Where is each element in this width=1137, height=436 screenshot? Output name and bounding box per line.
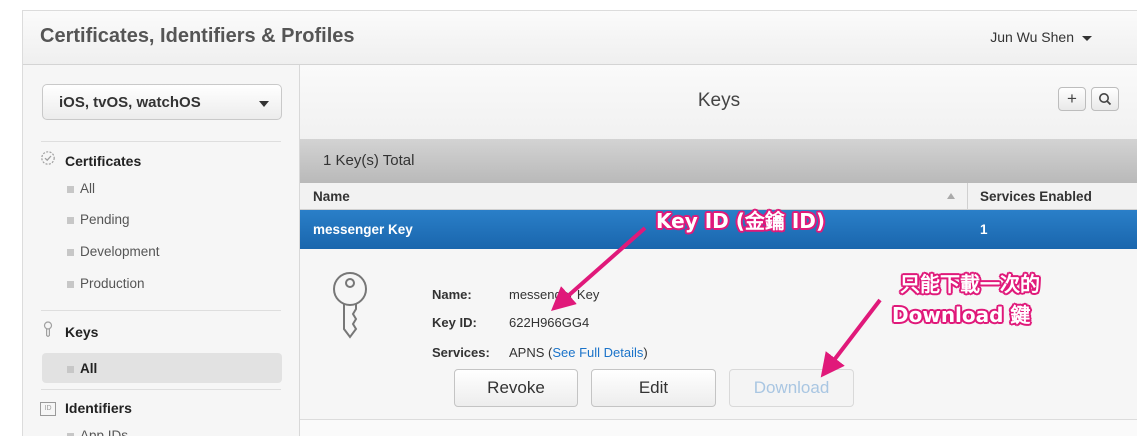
bullet-icon: [67, 216, 74, 224]
bullet-icon: [67, 280, 74, 288]
sidebar-item-pending[interactable]: Pending: [67, 212, 130, 227]
sidebar-section-identifiers[interactable]: ID Identifiers: [40, 400, 132, 417]
see-full-details-link[interactable]: See Full Details: [552, 345, 643, 360]
user-name: Jun Wu Shen: [990, 29, 1074, 45]
sidebar-item-label: All: [80, 181, 96, 196]
name-label: Name:: [432, 287, 472, 302]
search-icon: [1099, 93, 1112, 106]
sidebar-item-development[interactable]: Development: [67, 244, 160, 259]
sidebar-section-label: Certificates: [65, 153, 142, 169]
column-header-services[interactable]: Services Enabled: [980, 189, 1092, 204]
platform-select[interactable]: iOS, tvOS, watchOS: [42, 84, 282, 120]
column-header-name[interactable]: Name: [313, 189, 350, 204]
sidebar-item-production[interactable]: Production: [67, 276, 145, 291]
sidebar-item-label: Development: [80, 244, 160, 259]
id-badge-icon: ID: [40, 400, 56, 417]
services-label: Services:: [432, 345, 490, 360]
sidebar-item-label: All: [80, 361, 98, 376]
main-header: Keys +: [300, 65, 1137, 140]
sidebar-section-label: Identifiers: [65, 400, 132, 416]
app-title: Certificates, Identifiers & Profiles: [40, 25, 355, 47]
total-bar: 1 Key(s) Total: [300, 139, 1137, 183]
divider: [41, 310, 281, 311]
page-title: Keys: [697, 90, 741, 111]
sidebar: iOS, tvOS, watchOS Certificates All Pend…: [23, 65, 300, 436]
key-id-value: 622H966GG4: [509, 315, 590, 330]
row-name: messenger Key: [313, 222, 413, 237]
annotation-key-id: Key ID (金鑰 ID): [656, 209, 826, 233]
main-panel: Keys + 1 Key(s) Total Name Services Enab…: [300, 65, 1137, 436]
sidebar-section-label: Keys: [65, 324, 99, 340]
key-id-label: Key ID:: [432, 315, 477, 330]
table-footer: [300, 420, 1137, 436]
row-services: 1: [980, 222, 988, 237]
annotation-download-line1: 只能下載一次的: [900, 272, 1040, 296]
sidebar-item-certificates-all[interactable]: All: [67, 181, 95, 196]
plus-icon: +: [1067, 89, 1077, 108]
app-window: Certificates, Identifiers & Profiles Jun…: [22, 10, 1137, 436]
add-button[interactable]: +: [1058, 87, 1086, 111]
download-button[interactable]: Download: [729, 369, 854, 407]
bullet-icon: [67, 365, 74, 373]
certificate-badge-icon: [40, 150, 56, 169]
user-menu[interactable]: Jun Wu Shen: [990, 29, 1092, 45]
sidebar-item-label: Production: [80, 276, 145, 291]
divider: [41, 141, 281, 142]
edit-button[interactable]: Edit: [591, 369, 716, 407]
top-bar: Certificates, Identifiers & Profiles Jun…: [23, 11, 1137, 65]
chevron-down-icon: [1082, 35, 1092, 41]
sort-ascending-icon[interactable]: [947, 193, 955, 199]
services-value: APNS (See Full Details): [509, 345, 648, 360]
divider: [41, 389, 281, 390]
revoke-button[interactable]: Revoke: [454, 369, 578, 407]
sidebar-section-certificates[interactable]: Certificates: [40, 150, 141, 169]
sidebar-item-keys-all[interactable]: All: [42, 353, 282, 383]
search-button[interactable]: [1091, 87, 1119, 111]
bullet-icon: [67, 185, 74, 193]
key-icon: [330, 269, 370, 346]
sidebar-item-label: Pending: [80, 212, 130, 227]
key-icon: [40, 321, 56, 340]
sidebar-section-keys[interactable]: Keys: [40, 321, 98, 340]
column-divider: [967, 183, 968, 209]
total-count: 1 Key(s) Total: [323, 152, 415, 169]
bullet-icon: [67, 248, 74, 256]
annotation-download-line2: Download 鍵: [892, 303, 1031, 327]
name-value: messenger Key: [509, 287, 600, 302]
platform-select-value: iOS, tvOS, watchOS: [59, 94, 201, 111]
chevron-down-icon: [259, 101, 269, 107]
